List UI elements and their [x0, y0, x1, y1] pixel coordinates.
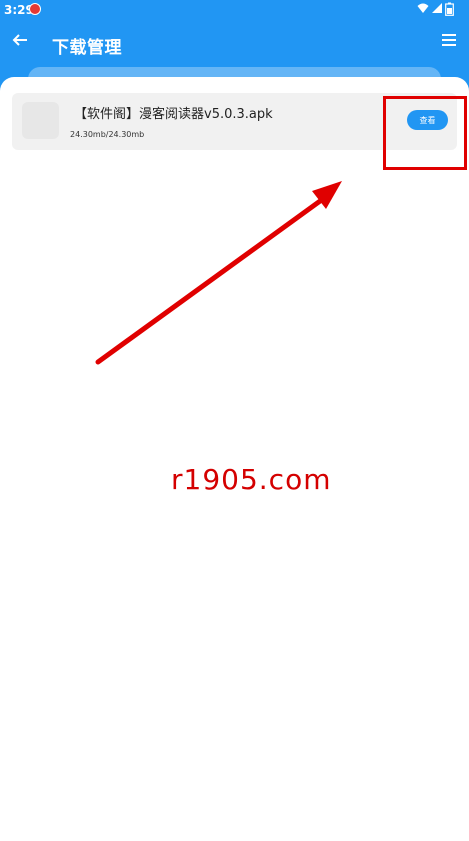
watermark-text: r1905.com	[171, 463, 332, 496]
annotation-arrow	[95, 181, 342, 365]
